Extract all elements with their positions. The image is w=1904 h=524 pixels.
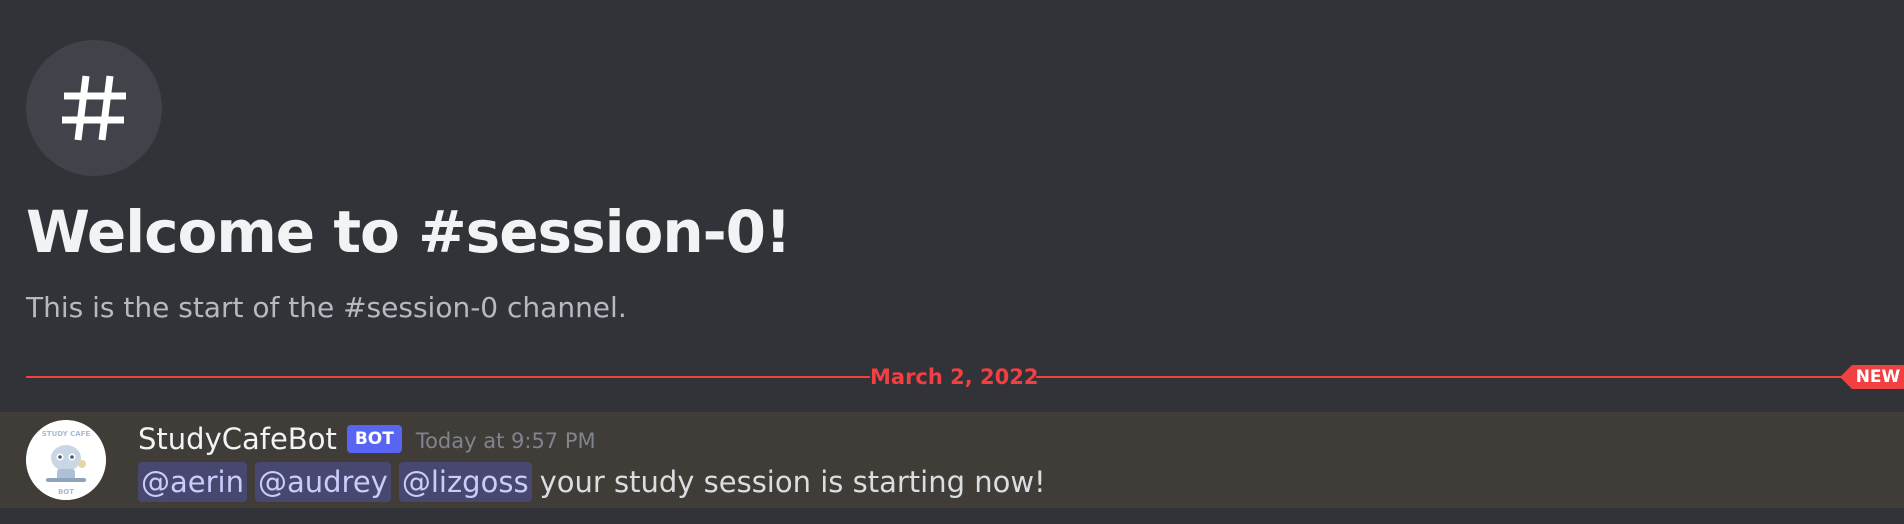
welcome-subtitle: This is the start of the #session-0 chan… xyxy=(26,291,627,324)
welcome-title: Welcome to #session-0! xyxy=(26,198,791,266)
message-header: StudyCafeBot BOT Today at 9:57 PM xyxy=(138,418,596,460)
avatar-text-bottom: BOT xyxy=(58,488,74,496)
message-text: your study session is starting now! xyxy=(539,465,1046,499)
user-mention[interactable]: @lizgoss xyxy=(398,462,532,502)
user-mention[interactable]: @aerin xyxy=(138,462,247,502)
channel-welcome-header xyxy=(26,40,162,176)
hash-icon xyxy=(26,40,162,176)
divider-date: March 2, 2022 xyxy=(870,365,1039,389)
author-name[interactable]: StudyCafeBot xyxy=(138,420,337,458)
message-item[interactable]: STUDY CAFE BOT StudyCafeBot BOT Today at… xyxy=(0,412,1904,508)
message-timestamp[interactable]: Today at 9:57 PM xyxy=(416,418,596,460)
bot-tag: BOT xyxy=(346,425,402,453)
new-messages-divider: March 2, 2022 NEW xyxy=(26,364,1904,389)
avatar-text-top: STUDY CAFE xyxy=(42,430,91,438)
divider-line xyxy=(1036,376,1848,378)
user-mention[interactable]: @audrey xyxy=(254,462,391,502)
new-badge: NEW xyxy=(1840,365,1904,389)
study-cafe-bot-avatar[interactable]: STUDY CAFE BOT xyxy=(26,420,106,500)
message-content: @aerin @audrey @lizgoss your study sessi… xyxy=(138,462,1046,502)
divider-line xyxy=(26,376,870,378)
new-badge-label: NEW xyxy=(1855,367,1901,387)
